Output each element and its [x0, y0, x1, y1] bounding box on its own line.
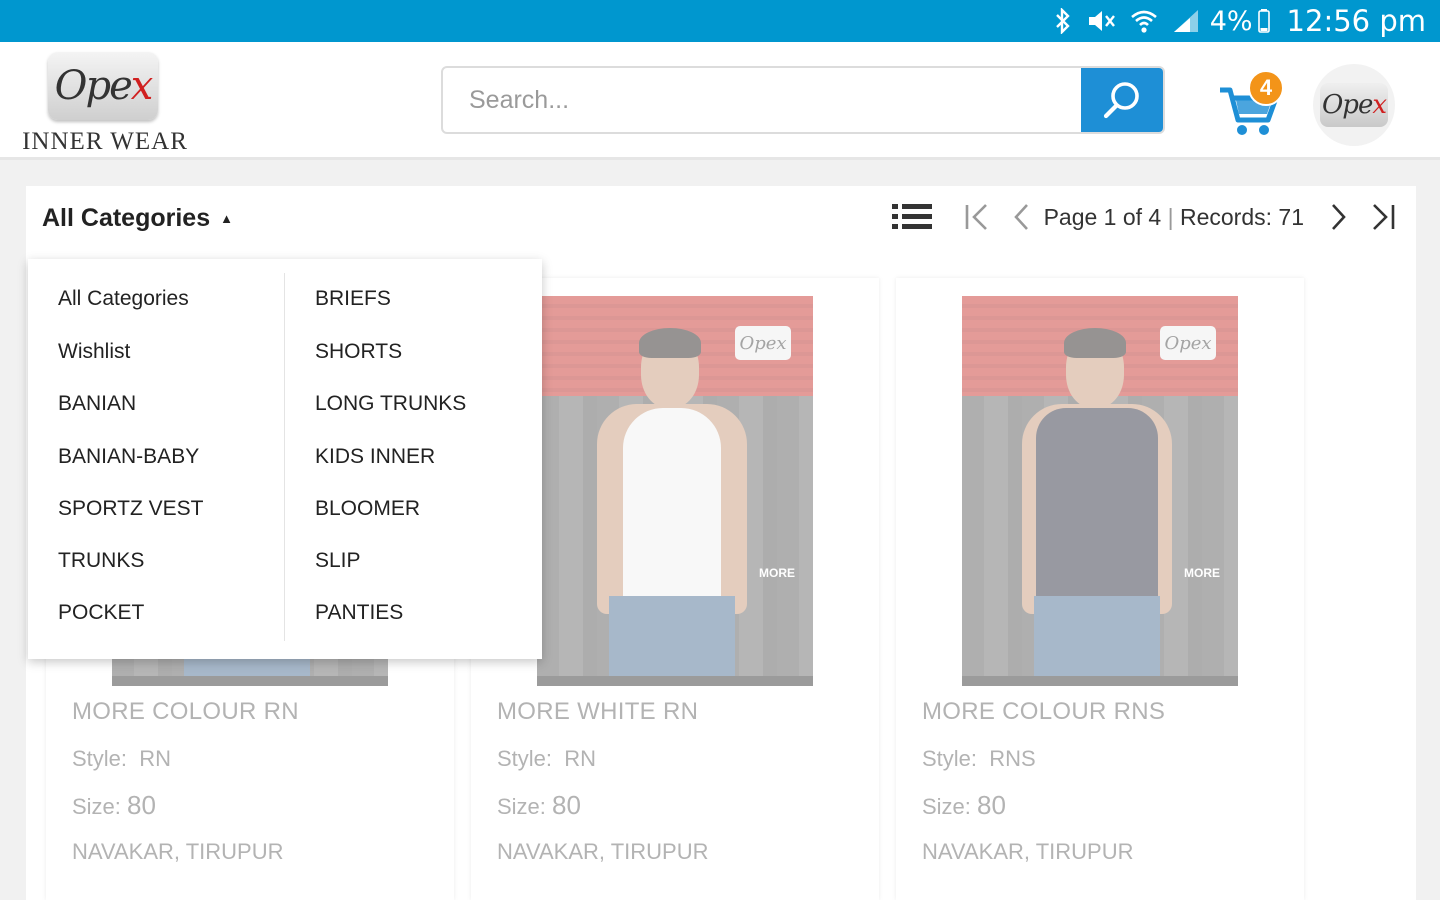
logo-badge: Opex [48, 52, 158, 120]
status-bar: 4% 12:56 pm [0, 0, 1440, 42]
category-item-banian-baby[interactable]: BANIAN-BABY [58, 445, 199, 469]
product-card[interactable]: Opex MORE MORE COLOUR RNS Style: RNS Siz… [896, 278, 1304, 900]
search-button[interactable] [1081, 68, 1163, 132]
product-info: MORE WHITE RN Style: RN Size: 80 NAVAKAR… [497, 698, 857, 865]
listing-toolbar: All Categories ▲ Page 1 of 4 | Records: … [26, 186, 1416, 258]
category-label: All Categories [42, 204, 211, 232]
product-location: NAVAKAR, TIRUPUR [72, 839, 284, 864]
page-indicator: Page 1 of 4 | Records: 71 [1044, 204, 1304, 231]
category-menu: All Categories Wishlist BANIAN BANIAN-BA… [28, 259, 542, 659]
signal-icon [1172, 8, 1200, 34]
category-item-bloomer[interactable]: BLOOMER [315, 497, 420, 521]
bluetooth-icon [1054, 8, 1072, 34]
product-size: Size: 80 [922, 790, 1006, 820]
category-item-sportz-vest[interactable]: SPORTZ VEST [58, 497, 203, 521]
category-item-banian[interactable]: BANIAN [58, 392, 136, 416]
product-name: MORE COLOUR RN [72, 698, 299, 725]
avatar-logo: Ope x [1320, 83, 1388, 127]
category-dropdown-toggle[interactable]: All Categories ▲ [42, 204, 233, 233]
mute-icon [1086, 8, 1116, 34]
search-icon [1103, 82, 1139, 119]
product-size: Size: 80 [72, 790, 156, 820]
product-name: MORE WHITE RN [497, 698, 699, 725]
category-item-panties[interactable]: PANTIES [315, 601, 403, 625]
product-image: Opex MORE [962, 296, 1238, 686]
list-view-icon[interactable] [891, 202, 932, 232]
search-bar [441, 66, 1165, 134]
product-location: NAVAKAR, TIRUPUR [497, 839, 709, 864]
category-item-all-categories[interactable]: All Categories [58, 287, 189, 311]
cart-count-badge: 4 [1248, 70, 1284, 106]
category-column-right: BRIEFS SHORTS LONG TRUNKS KIDS INNER BLO… [285, 273, 542, 641]
product-style: Style: RN [72, 746, 172, 771]
product-image: Opex MORE [537, 296, 813, 686]
category-column-left: All Categories Wishlist BANIAN BANIAN-BA… [28, 273, 285, 641]
product-info: MORE COLOUR RNS Style: RNS Size: 80 NAVA… [922, 698, 1282, 865]
next-page-icon[interactable] [1330, 202, 1348, 232]
pager-separator: | [1167, 203, 1174, 230]
caret-up-icon: ▲ [220, 211, 233, 226]
product-size: Size: 80 [497, 790, 581, 820]
first-page-icon[interactable] [964, 202, 990, 232]
category-item-shorts[interactable]: SHORTS [315, 340, 402, 364]
product-location: NAVAKAR, TIRUPUR [922, 839, 1134, 864]
logo-caption: INNER WEAR [22, 128, 188, 155]
product-info: MORE COLOUR RN Style: RN Size: 80 NAVAKA… [72, 698, 432, 865]
category-item-slip[interactable]: SLIP [315, 549, 361, 573]
battery-icon [1257, 8, 1271, 34]
records-text: Records: 71 [1179, 203, 1304, 230]
battery-percent: 4% [1209, 5, 1253, 37]
brand-logo[interactable]: Opex INNER WEAR [16, 48, 194, 156]
category-item-wishlist[interactable]: Wishlist [58, 340, 130, 364]
category-item-pocket[interactable]: POCKET [58, 601, 144, 625]
category-item-kids-inner[interactable]: KIDS INNER [315, 445, 435, 469]
cart-button[interactable]: 4 [1218, 70, 1288, 136]
clock: 12:56 pm [1286, 4, 1426, 38]
product-style: Style: RN [497, 746, 597, 771]
category-item-briefs[interactable]: BRIEFS [315, 287, 391, 311]
app-header: Opex INNER WEAR 4 Opex [0, 42, 1440, 160]
product-name: MORE COLOUR RNS [922, 698, 1166, 725]
page-text: Page 1 of 4 [1043, 203, 1162, 230]
previous-page-icon[interactable] [1012, 202, 1030, 232]
category-item-trunks[interactable]: TRUNKS [58, 549, 144, 573]
search-input[interactable] [443, 68, 1083, 132]
category-item-long-trunks[interactable]: LONG TRUNKS [315, 392, 466, 416]
last-page-icon[interactable] [1370, 202, 1396, 232]
pagination: Page 1 of 4 | Records: 71 [870, 202, 1396, 232]
wifi-icon [1130, 8, 1158, 34]
product-style: Style: RNS [922, 746, 1036, 771]
logo-wordmark: Opex [54, 63, 154, 109]
avatar[interactable]: Ope x [1313, 64, 1395, 146]
